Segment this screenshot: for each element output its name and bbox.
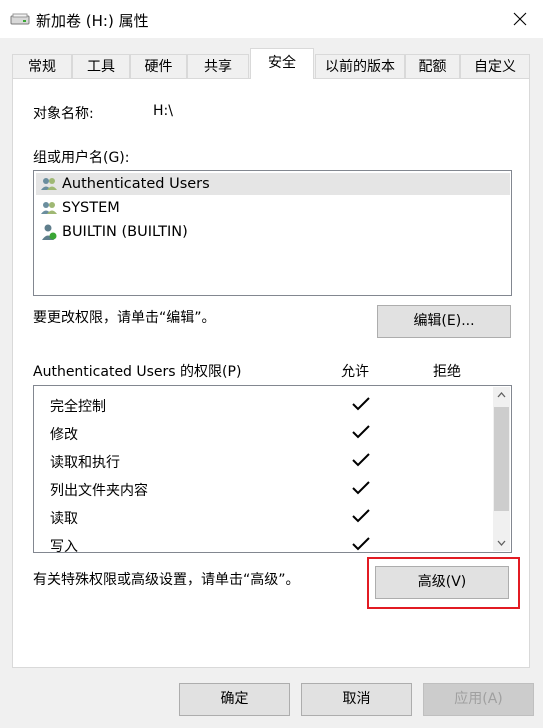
title-bar: 新加卷 (H:) 属性: [0, 0, 543, 38]
close-icon: [513, 12, 527, 26]
edit-hint: 要更改权限，请单击“编辑”。: [33, 310, 216, 326]
permissions-label: Authenticated Users 的权限(P): [33, 364, 242, 380]
permissions-list[interactable]: 完全控制 修改 读取和执行 列出文件夹内容 读取 写入: [33, 385, 512, 553]
drive-icon: [10, 13, 30, 25]
tab-customize[interactable]: 自定义: [460, 54, 530, 78]
allow-column-header: 允许: [341, 364, 369, 380]
tab-tools[interactable]: 工具: [72, 54, 130, 78]
deny-column-header: 拒绝: [433, 364, 461, 380]
checkmark-icon: [352, 481, 370, 495]
tab-quota[interactable]: 配额: [405, 54, 460, 78]
checkmark-icon: [352, 397, 370, 411]
groups-list[interactable]: Authenticated Users SYSTEM BUILTIN (BUIL…: [33, 170, 512, 296]
permission-name: 读取: [50, 511, 78, 527]
permission-row: 写入: [50, 536, 78, 553]
apply-button[interactable]: 应用(A): [423, 683, 534, 716]
highlight-box: [367, 557, 520, 609]
tab-general[interactable]: 常规: [12, 54, 72, 78]
group-name: BUILTIN (BUILTIN): [62, 224, 188, 240]
scroll-up-icon[interactable]: [497, 392, 506, 398]
permission-row: 读取和执行: [50, 452, 120, 474]
scrollbar-thumb[interactable]: [494, 407, 509, 511]
edit-button[interactable]: 编辑(E)...: [377, 305, 511, 338]
object-name-value: H:\: [153, 103, 173, 119]
advanced-hint: 有关特殊权限或高级设置，请单击“高级”。: [33, 572, 300, 588]
object-name-label: 对象名称:: [33, 106, 94, 122]
permission-row: 列出文件夹内容: [50, 480, 148, 502]
group-name: SYSTEM: [62, 200, 120, 216]
checkmark-icon: [352, 425, 370, 439]
tab-security[interactable]: 安全: [250, 48, 314, 79]
permission-row: 修改: [50, 424, 78, 446]
permission-name: 写入: [50, 539, 78, 553]
groups-label: 组或用户名(G):: [33, 150, 130, 166]
checkmark-icon: [352, 453, 370, 467]
permission-name: 完全控制: [50, 399, 106, 415]
list-item-system[interactable]: SYSTEM: [40, 197, 510, 219]
checkmark-icon: [352, 537, 370, 551]
list-item-builtin[interactable]: BUILTIN (BUILTIN): [40, 221, 510, 243]
close-button[interactable]: [497, 0, 543, 38]
tab-sharing[interactable]: 共享: [187, 54, 249, 78]
permission-name: 列出文件夹内容: [50, 483, 148, 499]
ok-button[interactable]: 确定: [179, 683, 290, 716]
window-title: 新加卷 (H:) 属性: [36, 12, 149, 30]
checkmark-icon: [352, 509, 370, 523]
users-group-icon: [41, 178, 57, 190]
permission-row: 完全控制: [50, 396, 106, 418]
permission-row: 读取: [50, 508, 78, 530]
tab-hardware[interactable]: 硬件: [130, 54, 187, 78]
user-admin-icon: [42, 224, 57, 240]
permissions-scrollbar[interactable]: [493, 387, 510, 551]
list-item-authenticated-users[interactable]: Authenticated Users: [36, 173, 510, 195]
permission-name: 修改: [50, 427, 78, 443]
tab-previous-versions[interactable]: 以前的版本: [315, 54, 405, 78]
group-name: Authenticated Users: [62, 176, 210, 192]
scroll-down-icon[interactable]: [497, 540, 506, 546]
users-group-icon: [41, 202, 57, 214]
cancel-button[interactable]: 取消: [301, 683, 412, 716]
permission-name: 读取和执行: [50, 455, 120, 471]
